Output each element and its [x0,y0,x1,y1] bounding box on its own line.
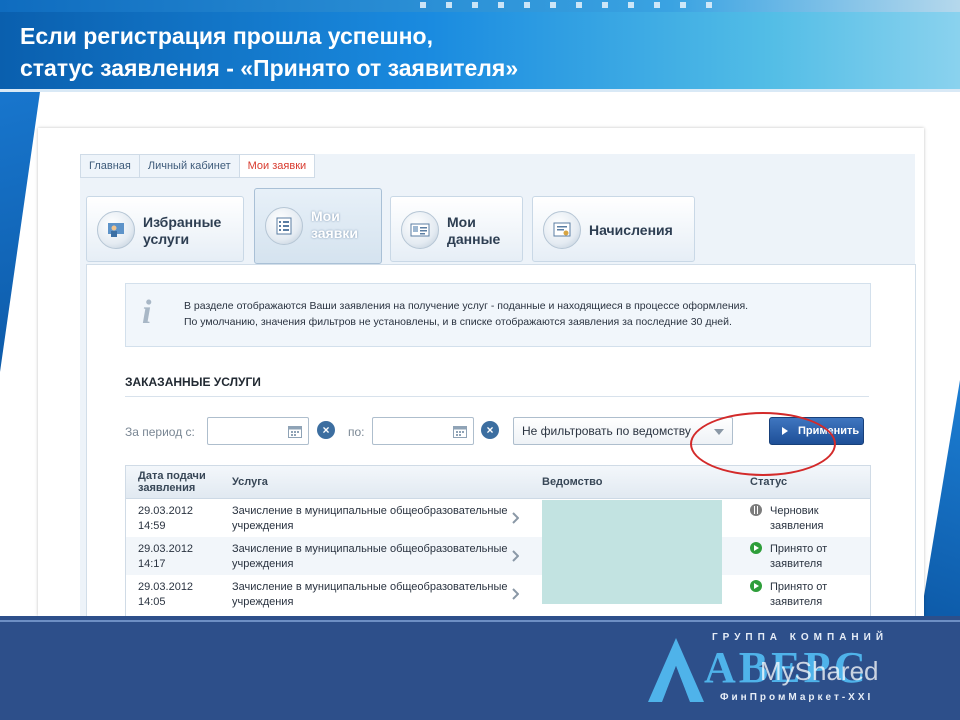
info-box: i В разделе отображаются Ваши заявления … [125,283,871,347]
decor-left-wedge [0,92,40,372]
tab-my-data[interactable]: Мои данные [390,196,523,262]
row-service-cell[interactable]: Зачисление в муниципальные общеобразоват… [220,575,526,613]
row-service: Зачисление в муниципальные общеобразоват… [232,581,508,608]
period-from-label: За период с: [125,425,195,439]
status-draft-icon [750,504,762,516]
header-strip [0,0,960,12]
certificate-icon [543,211,581,249]
tab-favorite-services[interactable]: Избранные услуги [86,196,244,262]
department-redaction [542,500,722,604]
logo-mark-icon [648,638,704,702]
chevron-right-icon[interactable] [512,550,519,562]
chevron-right-icon[interactable] [512,512,519,524]
checklist-icon [265,207,303,245]
highlight-ellipse [690,412,836,476]
info-text: В разделе отображаются Ваши заявления на… [184,298,748,330]
tab-label: Избранные услуги [143,214,222,247]
breadcrumb-cabinet[interactable]: Личный кабинет [138,154,239,178]
user-screen-icon [97,211,135,249]
row-date: 29.03.2012 14:05 [138,581,194,608]
info-line-1: В разделе отображаются Ваши заявления на… [184,300,749,312]
slide-title: Если регистрация прошла успешно, статус … [20,20,518,84]
breadcrumb-home[interactable]: Главная [80,154,139,178]
period-from-input[interactable] [207,417,309,445]
section-title: ЗАКАЗАННЫЕ УСЛУГИ [125,375,261,389]
chevron-right-icon[interactable] [512,588,519,600]
table-row[interactable]: 29.03.2012 14:59 Зачисление в муниципальн… [126,499,870,537]
clear-from-date-button[interactable]: × [317,421,335,439]
tab-charges[interactable]: Начисления [532,196,695,262]
info-icon: i [142,294,152,331]
col-department-header[interactable]: Ведомство [542,476,602,488]
table-row[interactable]: 29.03.2012 14:05 Зачисление в муниципальн… [126,575,870,613]
info-line-2: По умолчанию, значения фильтров не устан… [184,316,732,328]
col-service-header[interactable]: Услуга [232,476,268,488]
calendar-icon[interactable] [453,425,467,438]
requests-table: Дата подачи заявления Услуга Ведомство Ст… [125,465,871,616]
tab-label: Начисления [589,222,673,238]
portal-page: Главная Личный кабинет Мои заявки Избран… [80,154,916,616]
section-divider [125,396,869,397]
row-status: Черновик заявления [770,505,824,532]
slide-title-line-2: статус заявления - «Принято от заявителя… [20,55,519,81]
footer-rule [0,620,960,622]
department-filter-value: Не фильтровать по ведомству [522,424,691,438]
row-service-cell[interactable]: Зачисление в муниципальные общеобразоват… [220,499,526,537]
row-date: 29.03.2012 14:17 [138,543,194,570]
row-service-cell[interactable]: Зачисление в муниципальные общеобразоват… [220,537,526,575]
clear-to-date-button[interactable]: × [481,421,499,439]
breadcrumb: Главная Личный кабинет Мои заявки [80,154,316,178]
breadcrumb-my-requests: Мои заявки [238,154,316,178]
period-to-input[interactable] [372,417,474,445]
tab-my-requests[interactable]: Мои заявки [254,188,382,264]
row-date: 29.03.2012 14:59 [138,505,194,532]
decor-right-wedge [920,380,960,620]
watermark: MyShared [760,656,879,686]
calendar-icon[interactable] [288,425,302,438]
slide-title-line-1: Если регистрация прошла успешно, [20,23,433,49]
tab-label: Мои заявки [311,208,358,241]
col-date-header[interactable]: Дата подачи заявления [138,470,206,494]
row-status: Принято от заявителя [770,581,828,608]
col-status-header[interactable]: Статус [750,476,787,488]
logo-sub-text: ФинПромМаркет-XXI [720,692,874,703]
portal-screenshot: Главная Личный кабинет Мои заявки Избран… [38,128,924,616]
row-service: Зачисление в муниципальные общеобразоват… [232,543,508,570]
header-underline [0,89,960,92]
row-status: Принято от заявителя [770,543,828,570]
id-card-icon [401,211,439,249]
row-service: Зачисление в муниципальные общеобразоват… [232,505,508,532]
period-to-label: по: [348,425,365,439]
status-accepted-icon [750,580,762,592]
table-row[interactable]: 29.03.2012 14:17 Зачисление в муниципальн… [126,537,870,575]
status-accepted-icon [750,542,762,554]
tab-label: Мои данные [447,214,501,247]
